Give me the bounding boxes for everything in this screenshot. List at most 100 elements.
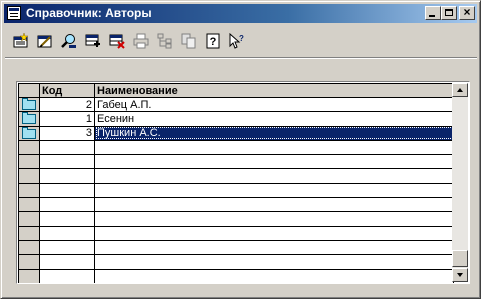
cell-name[interactable] — [94, 182, 454, 199]
row-indicator[interactable] — [18, 139, 40, 156]
table-row[interactable]: 3 Пушкин А.С. — [18, 125, 454, 141]
table-row[interactable]: 2 Габец А.П. — [18, 96, 454, 113]
find-icon — [61, 34, 76, 48]
folder-icon — [22, 98, 36, 111]
window-title: Справочник: Авторы — [26, 6, 152, 20]
toolbar-context-help-button[interactable]: ? — [227, 31, 247, 51]
toolbar-new-button[interactable] — [11, 31, 31, 51]
column-header-code[interactable]: Код — [39, 83, 95, 98]
cell-name[interactable] — [94, 139, 454, 156]
folder-icon — [22, 112, 36, 125]
toolbar-add-row-button[interactable] — [83, 31, 103, 51]
cell-code[interactable] — [39, 211, 95, 227]
window-app-icon[interactable] — [7, 6, 21, 20]
authors-table: Код Наименование 2 Габец А.П. 1 Есенин 3 Пушк… — [18, 83, 454, 283]
toolbar-help-button[interactable]: ? — [203, 31, 223, 51]
cell-name[interactable] — [94, 239, 454, 256]
toolbar-find-button[interactable] — [59, 31, 79, 51]
context-help-icon: ? — [229, 33, 244, 49]
toolbar-hierarchy-button[interactable] — [155, 31, 175, 51]
empty-row[interactable] — [18, 168, 454, 184]
row-indicator[interactable] — [18, 154, 40, 170]
toolbar-edit-button[interactable] — [35, 31, 55, 51]
row-indicator[interactable] — [18, 96, 40, 113]
cell-name[interactable]: Габец А.П. — [94, 96, 454, 113]
cell-code[interactable] — [39, 139, 95, 156]
row-indicator-header — [18, 83, 40, 98]
cell-name[interactable]: Есенин — [94, 111, 454, 127]
row-indicator[interactable] — [18, 111, 40, 127]
cell-code[interactable] — [39, 268, 95, 283]
edit-record-icon — [37, 35, 52, 48]
cell-name[interactable] — [94, 225, 454, 241]
svg-text:?: ? — [239, 34, 244, 43]
folder-icon — [22, 127, 36, 139]
help-icon: ? — [206, 33, 220, 49]
row-indicator[interactable] — [18, 125, 40, 141]
scroll-down-button[interactable] — [452, 268, 468, 282]
row-indicator[interactable] — [18, 197, 40, 213]
empty-row[interactable] — [18, 154, 454, 170]
cell-name[interactable] — [94, 197, 454, 213]
authors-grid[interactable]: Код Наименование 2 Габец А.П. 1 Есенин 3 Пушк… — [16, 81, 470, 284]
maximize-button[interactable] — [441, 6, 457, 20]
cell-code[interactable] — [39, 239, 95, 256]
add-row-icon — [85, 34, 100, 47]
cell-name[interactable] — [94, 168, 454, 184]
row-indicator[interactable] — [18, 225, 40, 241]
print-icon — [133, 33, 149, 49]
title-bar[interactable]: Справочник: Авторы × — [4, 4, 477, 23]
arrow-up-icon — [457, 88, 463, 92]
toolbar-separator — [5, 57, 477, 59]
cell-code[interactable] — [39, 254, 95, 270]
cell-name[interactable]: Пушкин А.С. — [94, 125, 454, 141]
cell-code[interactable] — [39, 225, 95, 241]
row-indicator[interactable] — [18, 182, 40, 199]
cell-name[interactable] — [94, 154, 454, 170]
scroll-thumb[interactable] — [452, 250, 468, 267]
empty-row[interactable] — [18, 197, 454, 213]
cell-code[interactable] — [39, 182, 95, 199]
cell-code[interactable] — [39, 154, 95, 170]
arrow-down-icon — [457, 273, 463, 277]
copy-icon — [181, 33, 196, 49]
vertical-scrollbar[interactable] — [452, 83, 468, 282]
toolbar-copy-button[interactable] — [179, 31, 199, 51]
reference-window: Справочник: Авторы × ? ? Код Наименовани… — [0, 0, 481, 299]
cell-code[interactable]: 3 — [39, 125, 95, 141]
close-button[interactable]: × — [459, 5, 475, 20]
cell-code[interactable] — [39, 168, 95, 184]
cell-name[interactable] — [94, 211, 454, 227]
cell-code[interactable] — [39, 197, 95, 213]
row-indicator[interactable] — [18, 268, 40, 283]
row-indicator[interactable] — [18, 211, 40, 227]
table-header-row: Код Наименование — [18, 83, 454, 98]
row-indicator[interactable] — [18, 239, 40, 256]
scroll-up-button[interactable] — [452, 83, 468, 97]
svg-text:?: ? — [210, 36, 217, 48]
toolbar-delete-button[interactable] — [107, 31, 127, 51]
toolbar-print-button[interactable] — [131, 31, 151, 51]
table-body: 2 Габец А.П. 1 Есенин 3 Пушкин А.С. — [18, 96, 454, 283]
empty-row[interactable] — [18, 254, 454, 270]
empty-row[interactable] — [18, 239, 454, 256]
cell-code[interactable]: 2 — [39, 96, 95, 113]
column-header-name[interactable]: Наименование — [94, 83, 454, 98]
cell-code[interactable]: 1 — [39, 111, 95, 127]
row-indicator[interactable] — [18, 254, 40, 270]
empty-row[interactable] — [18, 139, 454, 156]
empty-row[interactable] — [18, 225, 454, 241]
row-indicator[interactable] — [18, 168, 40, 184]
cell-name[interactable] — [94, 254, 454, 270]
toolbar: ? ? — [7, 30, 477, 54]
table-row[interactable]: 1 Есенин — [18, 111, 454, 127]
hierarchy-icon — [157, 33, 172, 49]
maximize-icon — [445, 9, 453, 16]
empty-row[interactable] — [18, 268, 454, 283]
minimize-button[interactable] — [425, 6, 441, 20]
cell-name[interactable] — [94, 268, 454, 283]
empty-row[interactable] — [18, 182, 454, 199]
minimize-icon — [429, 15, 435, 17]
empty-row[interactable] — [18, 211, 454, 227]
new-record-icon — [13, 33, 29, 48]
